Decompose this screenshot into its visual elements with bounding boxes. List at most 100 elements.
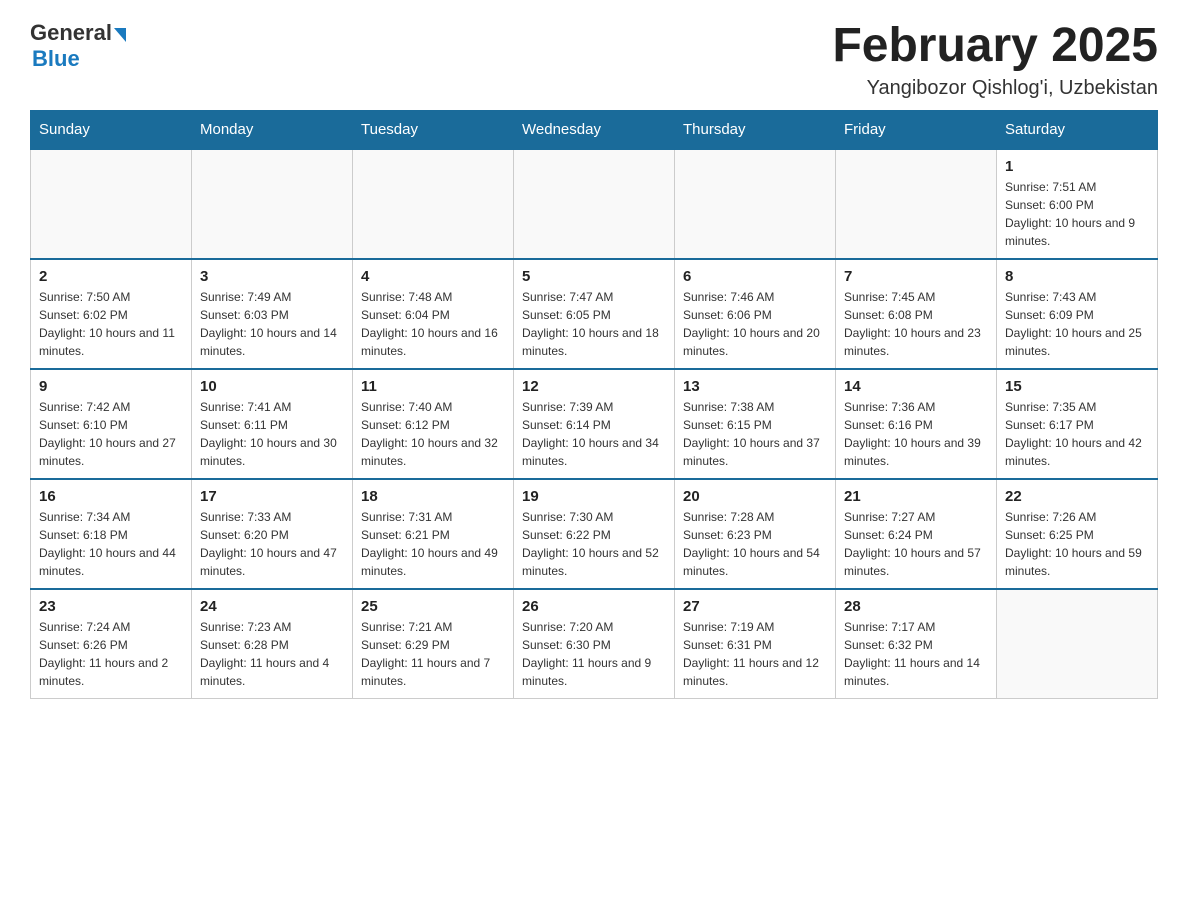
day-number: 26 (522, 598, 666, 615)
day-info: Sunrise: 7:34 AMSunset: 6:18 PMDaylight:… (39, 508, 183, 580)
day-number: 19 (522, 488, 666, 505)
calendar-cell: 13 Sunrise: 7:38 AMSunset: 6:15 PMDayligh… (675, 369, 836, 479)
day-number: 16 (39, 488, 183, 505)
day-info: Sunrise: 7:51 AMSunset: 6:00 PMDaylight:… (1005, 178, 1149, 250)
calendar-cell (514, 149, 675, 259)
day-number: 12 (522, 378, 666, 395)
day-number: 28 (844, 598, 988, 615)
calendar-cell: 9 Sunrise: 7:42 AMSunset: 6:10 PMDaylight… (31, 369, 192, 479)
day-info: Sunrise: 7:26 AMSunset: 6:25 PMDaylight:… (1005, 508, 1149, 580)
calendar-cell: 4 Sunrise: 7:48 AMSunset: 6:04 PMDaylight… (353, 259, 514, 369)
day-info: Sunrise: 7:41 AMSunset: 6:11 PMDaylight:… (200, 398, 344, 470)
calendar-cell (675, 149, 836, 259)
calendar-cell: 24 Sunrise: 7:23 AMSunset: 6:28 PMDayligh… (192, 589, 353, 699)
day-number: 18 (361, 488, 505, 505)
calendar-cell (836, 149, 997, 259)
day-info: Sunrise: 7:38 AMSunset: 6:15 PMDaylight:… (683, 398, 827, 470)
day-number: 25 (361, 598, 505, 615)
calendar-cell: 10 Sunrise: 7:41 AMSunset: 6:11 PMDayligh… (192, 369, 353, 479)
day-info: Sunrise: 7:42 AMSunset: 6:10 PMDaylight:… (39, 398, 183, 470)
calendar-cell: 19 Sunrise: 7:30 AMSunset: 6:22 PMDayligh… (514, 479, 675, 589)
week-row-1: 1 Sunrise: 7:51 AMSunset: 6:00 PMDaylight… (31, 149, 1158, 259)
weekday-header-thursday: Thursday (675, 110, 836, 149)
day-info: Sunrise: 7:46 AMSunset: 6:06 PMDaylight:… (683, 288, 827, 360)
day-number: 4 (361, 268, 505, 285)
calendar-cell (997, 589, 1158, 699)
calendar-cell: 8Sunrise: 7:43 AMSunset: 6:09 PMDaylight… (997, 259, 1158, 369)
logo-general-text: General (30, 20, 112, 46)
day-info: Sunrise: 7:21 AMSunset: 6:29 PMDaylight:… (361, 618, 505, 690)
weekday-header-monday: Monday (192, 110, 353, 149)
week-row-4: 16 Sunrise: 7:34 AMSunset: 6:18 PMDayligh… (31, 479, 1158, 589)
day-info: Sunrise: 7:20 AMSunset: 6:30 PMDaylight:… (522, 618, 666, 690)
day-number: 27 (683, 598, 827, 615)
calendar-cell: 7Sunrise: 7:45 AMSunset: 6:08 PMDaylight… (836, 259, 997, 369)
calendar-cell: 22 Sunrise: 7:26 AMSunset: 6:25 PMDayligh… (997, 479, 1158, 589)
calendar-cell: 2 Sunrise: 7:50 AMSunset: 6:02 PMDaylight… (31, 259, 192, 369)
day-number: 21 (844, 488, 988, 505)
calendar-cell: 14 Sunrise: 7:36 AMSunset: 6:16 PMDayligh… (836, 369, 997, 479)
calendar-cell: 16 Sunrise: 7:34 AMSunset: 6:18 PMDayligh… (31, 479, 192, 589)
calendar-cell (192, 149, 353, 259)
calendar-cell: 25 Sunrise: 7:21 AMSunset: 6:29 PMDayligh… (353, 589, 514, 699)
day-info: Sunrise: 7:36 AMSunset: 6:16 PMDaylight:… (844, 398, 988, 470)
day-info: Sunrise: 7:33 AMSunset: 6:20 PMDaylight:… (200, 508, 344, 580)
day-info: Sunrise: 7:35 AMSunset: 6:17 PMDaylight:… (1005, 398, 1149, 470)
day-number: 14 (844, 378, 988, 395)
calendar-cell: 18Sunrise: 7:31 AMSunset: 6:21 PMDayligh… (353, 479, 514, 589)
day-number: 24 (200, 598, 344, 615)
calendar-cell: 12 Sunrise: 7:39 AMSunset: 6:14 PMDayligh… (514, 369, 675, 479)
day-info: Sunrise: 7:47 AMSunset: 6:05 PMDaylight:… (522, 288, 666, 360)
day-info: Sunrise: 7:28 AMSunset: 6:23 PMDaylight:… (683, 508, 827, 580)
day-info: Sunrise: 7:24 AMSunset: 6:26 PMDaylight:… (39, 618, 183, 690)
day-number: 17 (200, 488, 344, 505)
calendar-cell (31, 149, 192, 259)
day-info: Sunrise: 7:48 AMSunset: 6:04 PMDaylight:… (361, 288, 505, 360)
day-info: Sunrise: 7:40 AMSunset: 6:12 PMDaylight:… (361, 398, 505, 470)
day-number: 13 (683, 378, 827, 395)
day-number: 20 (683, 488, 827, 505)
day-info: Sunrise: 7:43 AMSunset: 6:09 PMDaylight:… (1005, 288, 1149, 360)
day-info: Sunrise: 7:30 AMSunset: 6:22 PMDaylight:… (522, 508, 666, 580)
calendar-cell: 20 Sunrise: 7:28 AMSunset: 6:23 PMDayligh… (675, 479, 836, 589)
day-info: Sunrise: 7:39 AMSunset: 6:14 PMDaylight:… (522, 398, 666, 470)
calendar-table: SundayMondayTuesdayWednesdayThursdayFrid… (30, 110, 1158, 700)
calendar-cell: 1 Sunrise: 7:51 AMSunset: 6:00 PMDaylight… (997, 149, 1158, 259)
day-number: 1 (1005, 158, 1149, 175)
day-info: Sunrise: 7:27 AMSunset: 6:24 PMDaylight:… (844, 508, 988, 580)
title-area: February 2025 Yangibozor Qishlog'i, Uzbe… (832, 20, 1158, 100)
calendar-cell: 28 Sunrise: 7:17 AMSunset: 6:32 PMDayligh… (836, 589, 997, 699)
week-row-5: 23 Sunrise: 7:24 AMSunset: 6:26 PMDayligh… (31, 589, 1158, 699)
day-number: 10 (200, 378, 344, 395)
weekday-header-friday: Friday (836, 110, 997, 149)
logo: General Blue (30, 20, 126, 72)
day-info: Sunrise: 7:17 AMSunset: 6:32 PMDaylight:… (844, 618, 988, 690)
week-row-3: 9 Sunrise: 7:42 AMSunset: 6:10 PMDaylight… (31, 369, 1158, 479)
page-header: General Blue February 2025 Yangibozor Qi… (30, 20, 1158, 100)
weekday-header-wednesday: Wednesday (514, 110, 675, 149)
logo-blue-text: Blue (32, 46, 80, 72)
week-row-2: 2 Sunrise: 7:50 AMSunset: 6:02 PMDaylight… (31, 259, 1158, 369)
calendar-cell: 3Sunrise: 7:49 AMSunset: 6:03 PMDaylight… (192, 259, 353, 369)
location-subtitle: Yangibozor Qishlog'i, Uzbekistan (832, 77, 1158, 100)
day-number: 9 (39, 378, 183, 395)
day-info: Sunrise: 7:23 AMSunset: 6:28 PMDaylight:… (200, 618, 344, 690)
calendar-cell: 15 Sunrise: 7:35 AMSunset: 6:17 PMDayligh… (997, 369, 1158, 479)
calendar-cell: 26 Sunrise: 7:20 AMSunset: 6:30 PMDayligh… (514, 589, 675, 699)
calendar-cell: 27 Sunrise: 7:19 AMSunset: 6:31 PMDayligh… (675, 589, 836, 699)
calendar-cell: 6Sunrise: 7:46 AMSunset: 6:06 PMDaylight… (675, 259, 836, 369)
day-number: 15 (1005, 378, 1149, 395)
calendar-cell: 17 Sunrise: 7:33 AMSunset: 6:20 PMDayligh… (192, 479, 353, 589)
calendar-cell: 23 Sunrise: 7:24 AMSunset: 6:26 PMDayligh… (31, 589, 192, 699)
calendar-cell (353, 149, 514, 259)
day-info: Sunrise: 7:19 AMSunset: 6:31 PMDaylight:… (683, 618, 827, 690)
day-info: Sunrise: 7:50 AMSunset: 6:02 PMDaylight:… (39, 288, 183, 360)
day-number: 22 (1005, 488, 1149, 505)
day-number: 2 (39, 268, 183, 285)
day-number: 23 (39, 598, 183, 615)
weekday-header-sunday: Sunday (31, 110, 192, 149)
day-info: Sunrise: 7:49 AMSunset: 6:03 PMDaylight:… (200, 288, 344, 360)
calendar-cell: 21 Sunrise: 7:27 AMSunset: 6:24 PMDayligh… (836, 479, 997, 589)
day-info: Sunrise: 7:45 AMSunset: 6:08 PMDaylight:… (844, 288, 988, 360)
calendar-cell: 5Sunrise: 7:47 AMSunset: 6:05 PMDaylight… (514, 259, 675, 369)
